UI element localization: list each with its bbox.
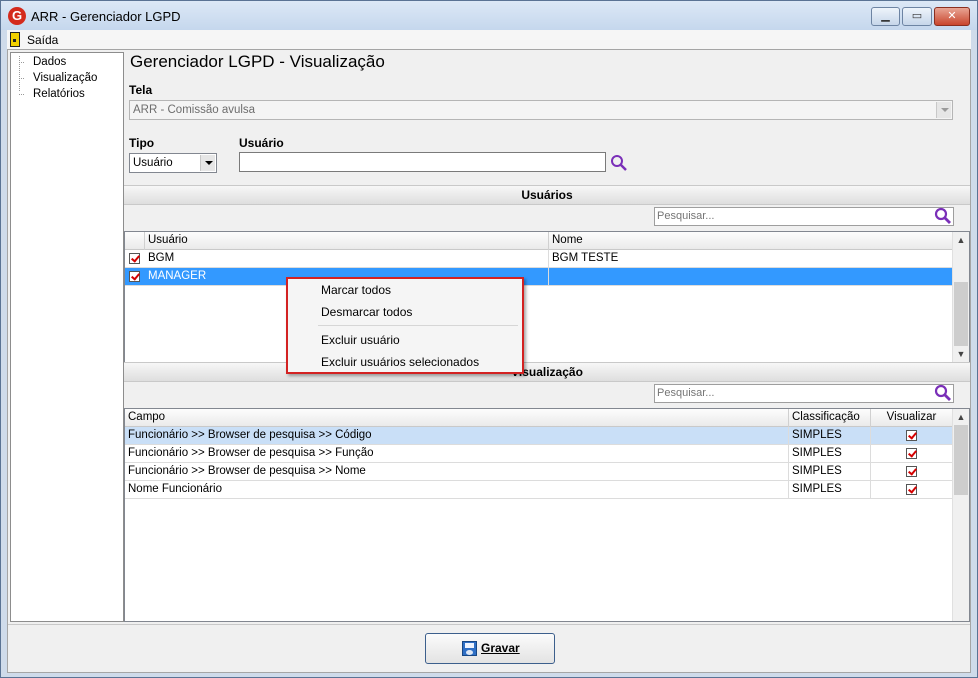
tela-select[interactable]: ARR - Comissão avulsa — [129, 100, 953, 120]
app-logo-icon: G — [8, 7, 26, 25]
nome-cell: BGM TESTE — [549, 250, 953, 268]
campo-cell: Funcionário >> Browser de pesquisa >> No… — [125, 463, 789, 481]
chevron-down-icon[interactable] — [936, 102, 951, 118]
checkbox-icon[interactable] — [129, 271, 140, 282]
nav-item-relatorios[interactable]: Relatórios — [33, 88, 85, 100]
visualizacao-search-input[interactable] — [657, 387, 927, 399]
checkbox-icon[interactable] — [906, 484, 917, 495]
campo-cell: Funcionário >> Browser de pesquisa >> Có… — [125, 427, 789, 445]
app-window: G ARR - Gerenciador LGPD ▁ ▭ ✕ Saída Dad… — [0, 0, 978, 678]
table-row[interactable]: MANAGER — [125, 268, 953, 286]
close-button[interactable]: ✕ — [934, 7, 970, 26]
classificacao-cell: SIMPLES — [789, 481, 871, 499]
tree-connector — [19, 78, 24, 79]
visualizar-cell — [871, 481, 953, 499]
usuarios-scrollbar[interactable]: ▲ ▼ — [952, 232, 969, 363]
nav-tree: Dados Visualização Relatórios — [10, 52, 124, 622]
save-button[interactable]: Gravar — [425, 633, 555, 664]
campo-cell: Nome Funcionário — [125, 481, 789, 499]
classificacao-cell: SIMPLES — [789, 463, 871, 481]
table-row[interactable]: Funcionário >> Browser de pesquisa >> Có… — [125, 427, 953, 445]
column-header-visualizar[interactable]: Visualizar — [871, 409, 953, 427]
tree-connector — [19, 94, 24, 95]
checkbox-icon[interactable] — [906, 448, 917, 459]
menu-item-excluir-usuario[interactable]: Excluir usuário — [321, 333, 400, 347]
visualizacao-section-header: Visualização — [124, 362, 970, 382]
checkbox-icon[interactable] — [129, 253, 140, 264]
table-row[interactable]: Funcionário >> Browser de pesquisa >> No… — [125, 463, 953, 481]
exit-door-icon[interactable] — [10, 32, 20, 47]
nav-item-visualizacao[interactable]: Visualização — [33, 72, 97, 84]
visualizacao-grid-header: Campo Classificação Visualizar — [125, 409, 953, 427]
chevron-down-icon[interactable] — [200, 155, 215, 171]
chevron-down-icon[interactable]: ▼ — [953, 346, 969, 362]
search-icon[interactable] — [934, 384, 952, 402]
checkbox-icon[interactable] — [906, 466, 917, 477]
scrollbar-thumb[interactable] — [954, 425, 968, 495]
table-row[interactable]: Funcionário >> Browser de pesquisa >> Fu… — [125, 445, 953, 463]
usuario-cell: BGM — [145, 250, 549, 268]
visualizacao-grid: Campo Classificação Visualizar Funcionár… — [124, 408, 970, 622]
menu-item-desmarcar-todos[interactable]: Desmarcar todos — [321, 305, 412, 319]
visualizar-cell — [871, 445, 953, 463]
tela-label: Tela — [129, 83, 153, 97]
context-menu: Marcar todos Desmarcar todos Excluir usu… — [286, 277, 524, 374]
table-row[interactable]: Nome Funcionário SIMPLES — [125, 481, 953, 499]
column-header-usuario[interactable]: Usuário — [145, 232, 549, 250]
scrollbar-thumb[interactable] — [954, 282, 968, 346]
tipo-value: Usuário — [133, 157, 173, 169]
usuarios-grid: Usuário Nome BGM BGM TESTE MANAGER ▲ ▼ — [124, 231, 970, 364]
usuarios-section-header: Usuários — [124, 185, 970, 205]
usuarios-search-input[interactable] — [657, 210, 927, 222]
maximize-button[interactable]: ▭ — [902, 7, 932, 26]
column-header-check — [125, 232, 145, 250]
exit-menu-item[interactable]: Saída — [27, 33, 58, 47]
title-bar[interactable]: G ARR - Gerenciador LGPD ▁ ▭ ✕ — [1, 1, 977, 30]
main-panel: Gerenciador LGPD - Visualização Tela ARR… — [124, 50, 970, 622]
visualizacao-scrollbar[interactable]: ▲ — [952, 409, 969, 621]
menu-bar: Saída — [7, 30, 971, 49]
classificacao-cell: SIMPLES — [789, 445, 871, 463]
menu-item-excluir-selecionados[interactable]: Excluir usuários selecionados — [321, 355, 479, 369]
visualizar-cell — [871, 427, 953, 445]
visualizar-cell — [871, 463, 953, 481]
search-icon[interactable] — [934, 207, 952, 225]
visualizacao-search[interactable] — [654, 384, 954, 403]
table-row[interactable]: BGM BGM TESTE — [125, 250, 953, 268]
checkbox-icon[interactable] — [906, 430, 917, 441]
tree-connector — [19, 62, 24, 63]
footer-divider — [8, 624, 970, 625]
usuarios-search[interactable] — [654, 207, 954, 226]
window-title: ARR - Gerenciador LGPD — [31, 9, 181, 24]
search-icon[interactable] — [610, 154, 628, 172]
chevron-up-icon[interactable]: ▲ — [953, 232, 969, 248]
minimize-button[interactable]: ▁ — [871, 7, 900, 26]
page-title: Gerenciador LGPD - Visualização — [130, 52, 385, 71]
tipo-select[interactable]: Usuário — [129, 153, 217, 173]
save-disk-icon — [462, 641, 477, 656]
chevron-up-icon[interactable]: ▲ — [953, 409, 969, 425]
usuario-input[interactable] — [239, 152, 606, 172]
column-header-nome[interactable]: Nome — [549, 232, 953, 250]
menu-separator — [318, 325, 518, 326]
save-button-label: Gravar — [481, 641, 520, 655]
nav-item-dados[interactable]: Dados — [33, 56, 66, 68]
classificacao-cell: SIMPLES — [789, 427, 871, 445]
usuarios-grid-header: Usuário Nome — [125, 232, 953, 250]
nome-cell — [549, 268, 953, 286]
tela-value: ARR - Comissão avulsa — [133, 104, 256, 116]
menu-item-marcar-todos[interactable]: Marcar todos — [321, 283, 391, 297]
tipo-label: Tipo — [129, 136, 155, 150]
usuario-label: Usuário — [239, 136, 284, 150]
column-header-classificacao[interactable]: Classificação — [789, 409, 871, 427]
column-header-campo[interactable]: Campo — [125, 409, 789, 427]
campo-cell: Funcionário >> Browser de pesquisa >> Fu… — [125, 445, 789, 463]
